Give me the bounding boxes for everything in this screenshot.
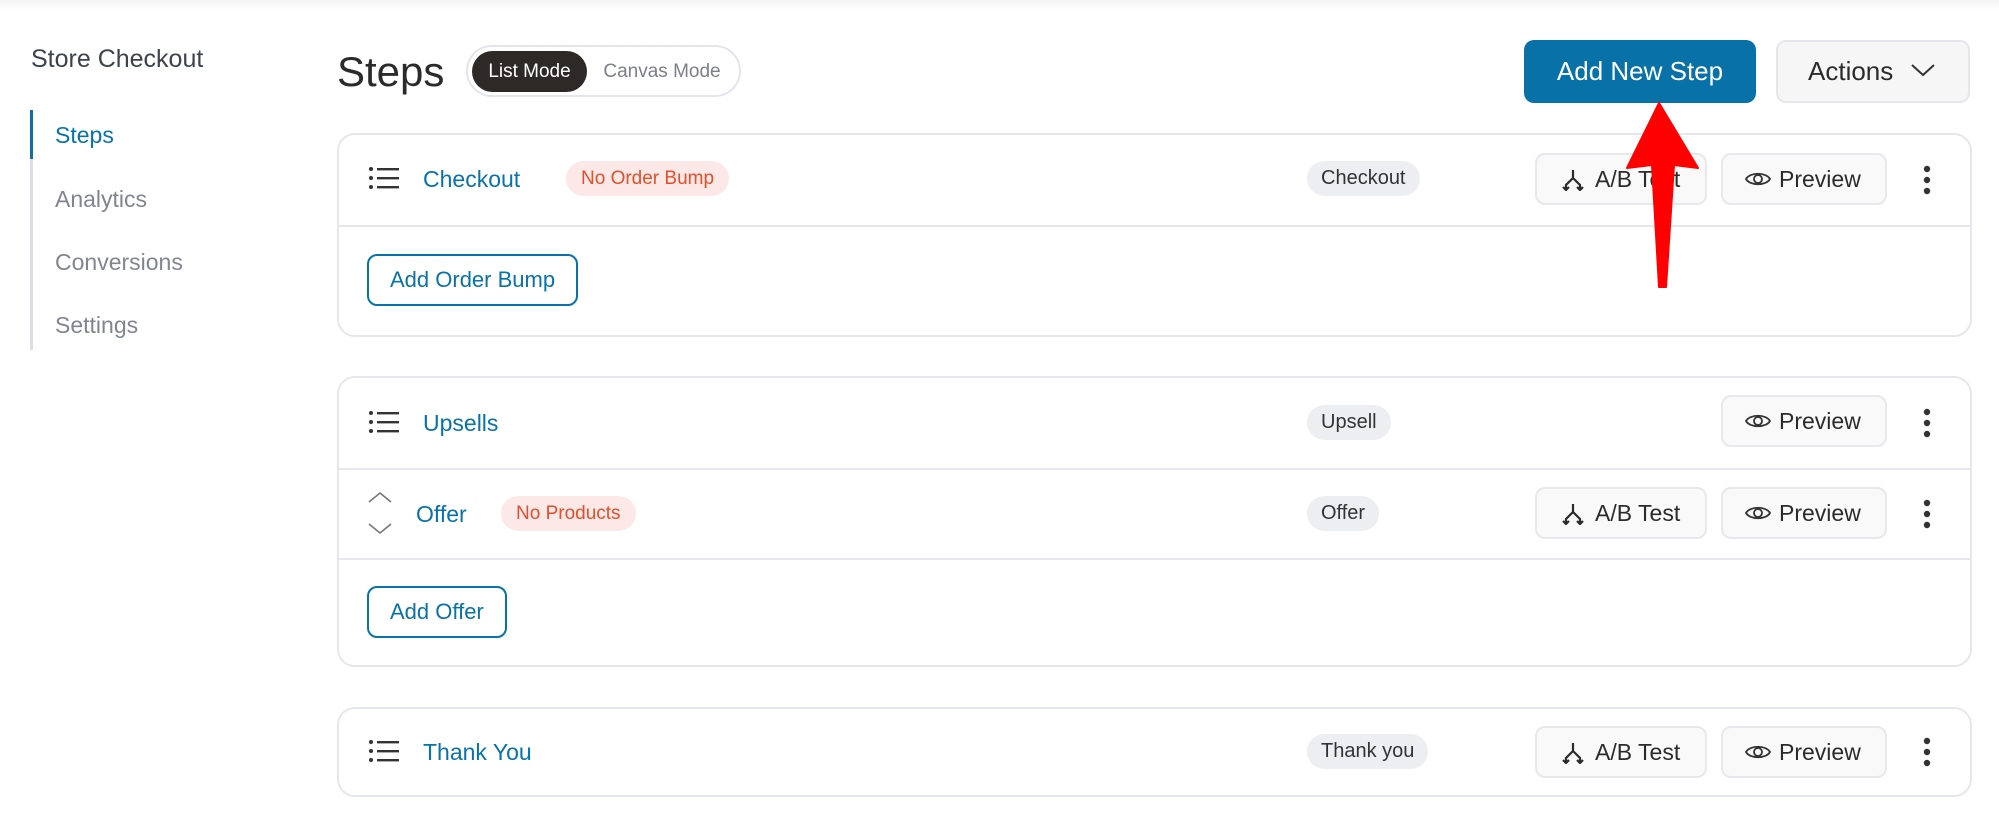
ab-test-button[interactable]: A/B Test: [1535, 153, 1707, 205]
store-title: Store Checkout: [31, 45, 204, 73]
eye-icon: [1745, 506, 1771, 520]
step-row: Checkout No Order Bump Checkout A/B Test…: [339, 135, 1970, 225]
preview-button[interactable]: Preview: [1721, 726, 1887, 778]
preview-button[interactable]: Preview: [1721, 487, 1887, 539]
step-row: Upsells Upsell Preview: [339, 378, 1970, 468]
ab-test-label: A/B Test: [1595, 500, 1681, 526]
preview-label: Preview: [1779, 739, 1861, 765]
actions-dropdown[interactable]: Actions: [1776, 40, 1970, 103]
eye-icon: [1745, 745, 1771, 759]
step-name-link[interactable]: Checkout: [423, 166, 520, 193]
preview-button[interactable]: Preview: [1721, 395, 1887, 447]
split-icon: [1562, 170, 1584, 191]
step-type-badge: Checkout: [1307, 161, 1420, 196]
add-order-bump-button[interactable]: Add Order Bump: [367, 254, 579, 306]
view-mode-toggle: List Mode Canvas Mode: [466, 45, 741, 97]
preview-label: Preview: [1779, 166, 1861, 192]
page-title: Steps: [337, 48, 445, 95]
preview-button[interactable]: Preview: [1721, 153, 1887, 205]
ab-test-label: A/B Test: [1595, 166, 1681, 192]
step-name-link[interactable]: Upsells: [423, 410, 498, 437]
step-type-badge: Upsell: [1307, 405, 1391, 440]
list-drag-icon[interactable]: [369, 411, 399, 433]
more-options-icon[interactable]: [1919, 165, 1935, 195]
eye-icon: [1745, 414, 1771, 428]
actions-label: Actions: [1808, 56, 1894, 86]
step-row: Thank You Thank you A/B Test Preview: [339, 709, 1970, 795]
sidebar-item-conversions[interactable]: Conversions: [55, 249, 183, 276]
list-mode-button[interactable]: List Mode: [472, 51, 587, 92]
warning-badge: No Order Bump: [566, 161, 730, 196]
more-options-icon[interactable]: [1919, 408, 1935, 438]
divider: [339, 225, 1970, 227]
sidebar-item-steps[interactable]: Steps: [55, 122, 114, 149]
offer-row: Offer No Products Offer A/B Test Preview: [339, 470, 1970, 558]
step-card-upsells: Upsells Upsell Preview Offer No Products…: [337, 376, 1972, 667]
list-drag-icon[interactable]: [369, 167, 399, 189]
sidebar-active-indicator: [30, 110, 33, 159]
step-card-thank-you: Thank You Thank you A/B Test Preview: [337, 707, 1972, 797]
ab-test-button[interactable]: A/B Test: [1535, 726, 1707, 778]
eye-icon: [1745, 172, 1771, 186]
preview-label: Preview: [1779, 408, 1861, 434]
canvas-mode-button[interactable]: Canvas Mode: [590, 51, 734, 92]
add-new-step-button[interactable]: Add New Step: [1524, 40, 1756, 103]
more-options-icon[interactable]: [1919, 499, 1935, 529]
ab-test-button[interactable]: A/B Test: [1535, 487, 1707, 539]
sidebar-item-analytics[interactable]: Analytics: [55, 186, 147, 213]
preview-label: Preview: [1779, 500, 1861, 526]
step-card-checkout: Checkout No Order Bump Checkout A/B Test…: [337, 133, 1972, 337]
step-type-badge: Thank you: [1307, 734, 1429, 769]
sidebar-item-settings[interactable]: Settings: [55, 312, 138, 339]
step-type-badge: Offer: [1307, 496, 1380, 531]
add-offer-button[interactable]: Add Offer: [367, 586, 507, 638]
ab-test-label: A/B Test: [1595, 739, 1681, 765]
divider: [339, 558, 1970, 560]
offer-name-link[interactable]: Offer: [416, 501, 467, 528]
split-icon: [1562, 504, 1584, 525]
top-shade: [0, 0, 1999, 10]
split-icon: [1562, 743, 1584, 764]
list-drag-icon[interactable]: [369, 740, 399, 762]
warning-badge: No Products: [501, 496, 636, 531]
step-name-link[interactable]: Thank You: [423, 739, 532, 766]
chevron-down-icon: [1911, 64, 1935, 77]
reorder-arrows-icon[interactable]: [367, 490, 393, 536]
more-options-icon[interactable]: [1919, 737, 1935, 767]
